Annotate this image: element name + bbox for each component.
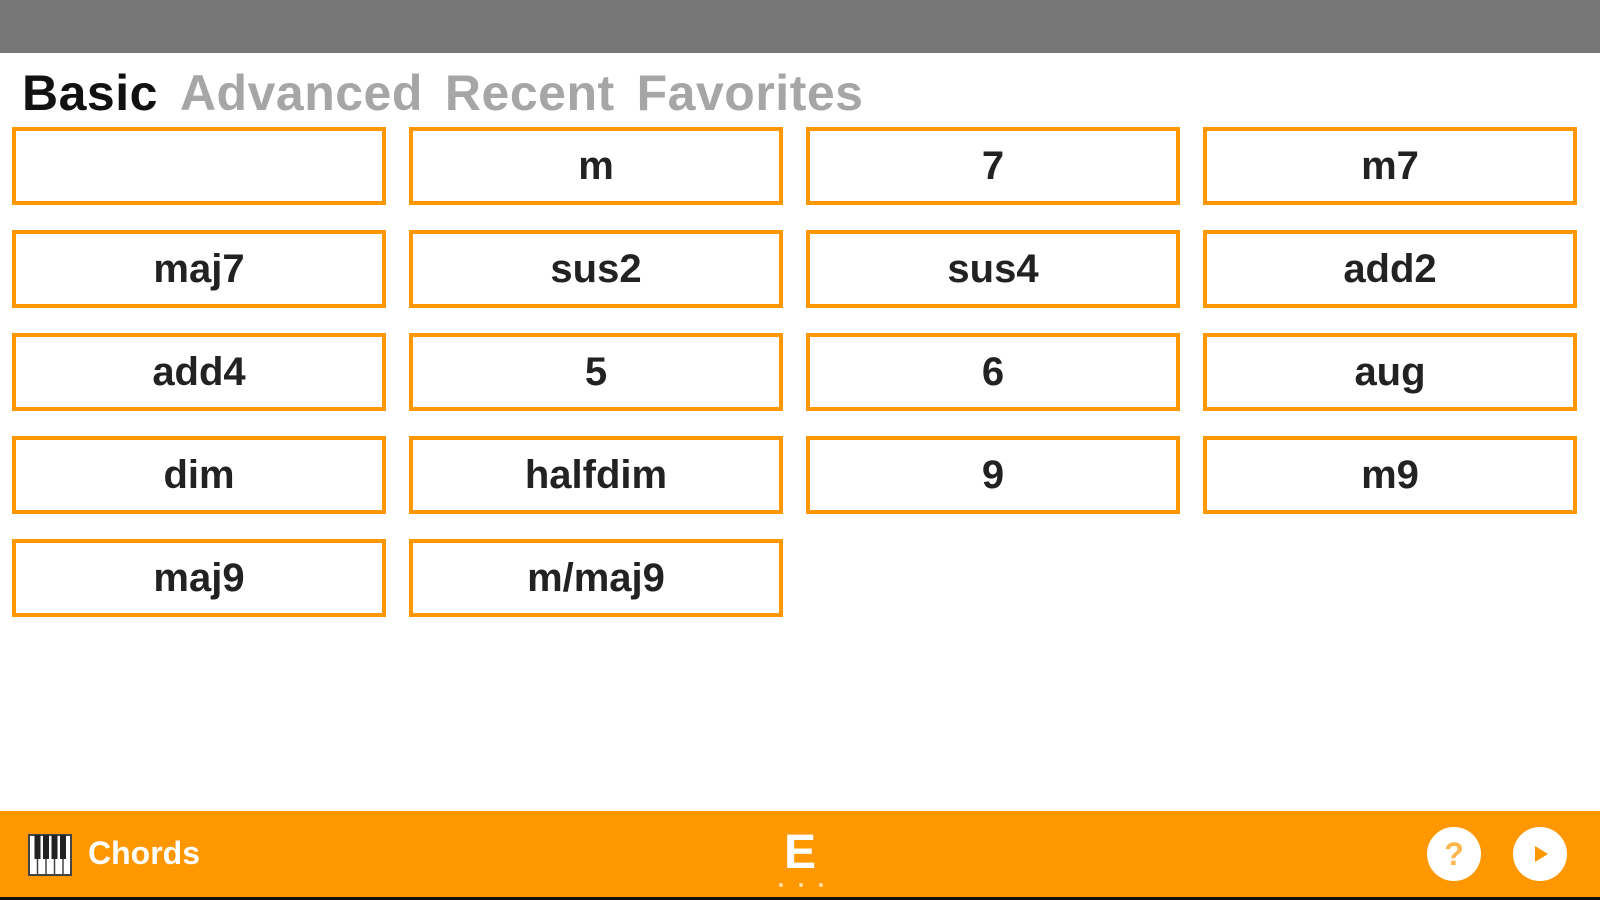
chord-button-6[interactable]: 6 — [806, 333, 1180, 411]
chord-button-7[interactable]: 7 — [806, 127, 1180, 205]
help-button[interactable]: ? — [1427, 827, 1481, 881]
chord-button-m9[interactable]: m9 — [1203, 436, 1577, 514]
chord-button-m[interactable]: m — [409, 127, 783, 205]
tab-favorites[interactable]: Favorites — [637, 64, 864, 122]
chord-button-5[interactable]: 5 — [409, 333, 783, 411]
chord-button-maj7[interactable]: maj7 — [12, 230, 386, 308]
tab-basic[interactable]: Basic — [22, 64, 158, 122]
app-label[interactable]: Chords — [88, 835, 200, 872]
piano-icon — [28, 834, 72, 876]
chord-button-add4[interactable]: add4 — [12, 333, 386, 411]
chord-button-aug[interactable]: aug — [1203, 333, 1577, 411]
play-icon — [1535, 846, 1548, 862]
chord-button-add2[interactable]: add2 — [1203, 230, 1577, 308]
chord-grid: m 7 m7 maj7 sus2 sus4 add2 add4 5 6 aug … — [12, 127, 1580, 617]
chord-button-dim[interactable]: dim — [12, 436, 386, 514]
bottom-toolbar: Chords E ? — [0, 811, 1600, 897]
tab-recent[interactable]: Recent — [445, 64, 615, 122]
key-selector[interactable]: E — [780, 825, 820, 880]
chord-button-m-maj9[interactable]: m/maj9 — [409, 539, 783, 617]
key-page-indicator — [779, 883, 823, 887]
tab-bar: Basic Advanced Recent Favorites — [22, 58, 863, 128]
chord-button-major[interactable] — [12, 127, 386, 205]
status-bar — [0, 0, 1600, 53]
tab-advanced[interactable]: Advanced — [180, 64, 423, 122]
play-button[interactable] — [1513, 827, 1567, 881]
chord-button-halfdim[interactable]: halfdim — [409, 436, 783, 514]
chord-button-m7[interactable]: m7 — [1203, 127, 1577, 205]
chord-button-sus2[interactable]: sus2 — [409, 230, 783, 308]
chord-button-9[interactable]: 9 — [806, 436, 1180, 514]
chord-button-maj9[interactable]: maj9 — [12, 539, 386, 617]
chord-button-sus4[interactable]: sus4 — [806, 230, 1180, 308]
help-icon: ? — [1444, 835, 1464, 872]
